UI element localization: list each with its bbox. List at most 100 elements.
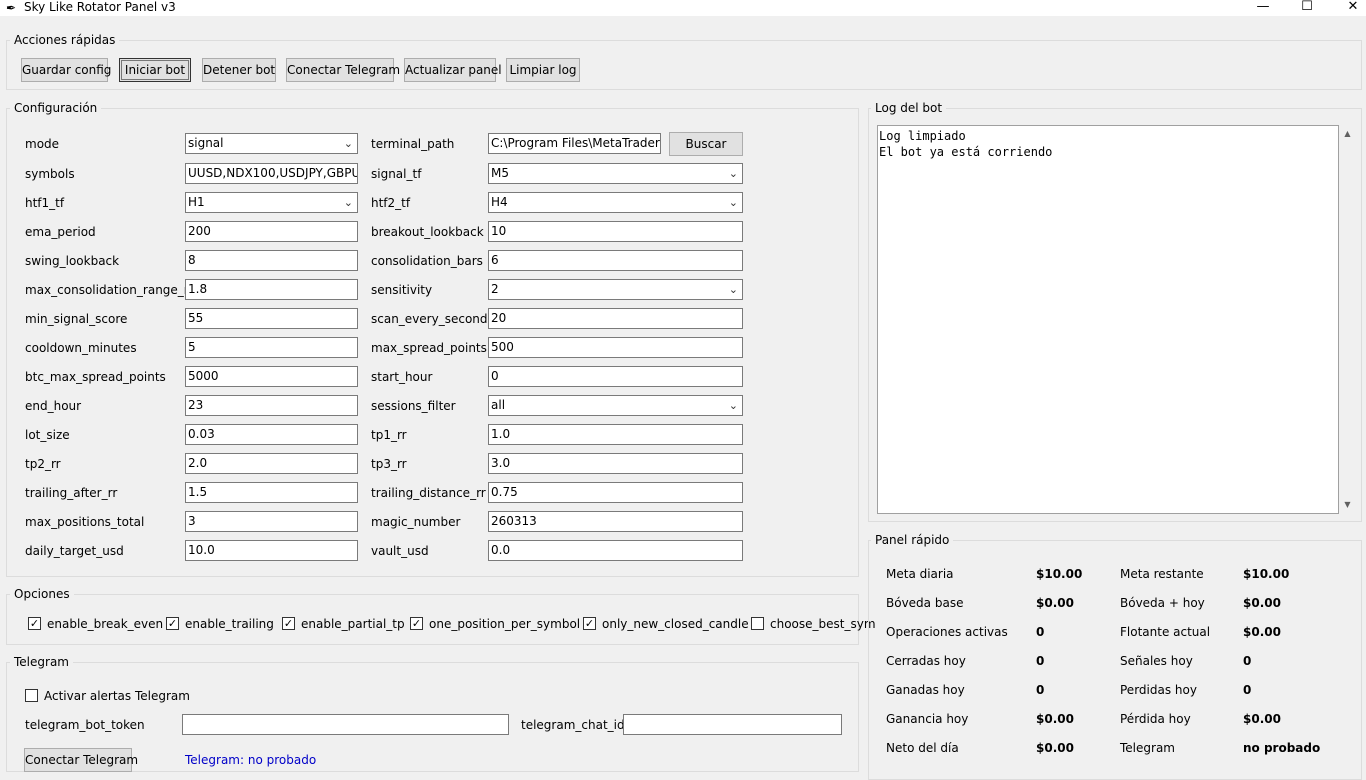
option-checkbox[interactable]: only_new_closed_candle	[583, 617, 749, 631]
checkbox-box[interactable]	[410, 617, 423, 630]
option-checkbox[interactable]: one_position_per_symbol	[410, 617, 580, 631]
config-label: end_hour	[25, 399, 82, 413]
config-select[interactable]: all ⌄	[488, 395, 743, 416]
config-value: 3	[188, 514, 196, 528]
config-input[interactable]: 5000	[185, 366, 358, 387]
chevron-down-icon[interactable]: ⌄	[344, 134, 353, 153]
config-select[interactable]: 2 ⌄	[488, 279, 743, 300]
connect-telegram-button[interactable]: Conectar Telegram	[286, 58, 400, 82]
telegram-connect-button[interactable]: Conectar Telegram	[24, 748, 138, 772]
config-input[interactable]: 5	[185, 337, 358, 358]
config-label: magic_number	[371, 515, 461, 529]
minimize-button[interactable]: —	[1240, 0, 1286, 16]
start-bot-button[interactable]: Iniciar bot	[119, 58, 191, 82]
maximize-button[interactable]: ☐	[1284, 0, 1330, 16]
option-checkbox[interactable]: choose_best_sym	[751, 617, 876, 631]
config-input[interactable]: 10.0	[185, 540, 358, 561]
quick-value: 0	[1243, 683, 1252, 697]
config-input[interactable]: 200	[185, 221, 358, 242]
config-select[interactable]: H1 ⌄	[185, 192, 358, 213]
checkbox-box[interactable]	[28, 617, 41, 630]
chevron-down-icon[interactable]: ⌄	[729, 396, 738, 415]
config-value: all	[491, 398, 506, 412]
config-label: start_hour	[371, 370, 433, 384]
config-input[interactable]: 1.5	[185, 482, 358, 503]
config-value: 6	[491, 253, 499, 267]
log-group-label: Log del bot	[871, 101, 947, 115]
config-label: tp1_rr	[371, 428, 407, 442]
config-input[interactable]: UUSD,NDX100,USDJPY,GBPUSD	[185, 163, 358, 184]
checkbox-box[interactable]	[166, 617, 179, 630]
checkbox-box[interactable]	[583, 617, 596, 630]
config-input[interactable]: 55	[185, 308, 358, 329]
quick-value: $0.00	[1036, 596, 1074, 610]
quick-label: Pérdida hoy	[1120, 712, 1191, 726]
config-input[interactable]: 3	[185, 511, 358, 532]
config-input[interactable]: 500	[488, 337, 743, 358]
clear-log-button[interactable]: Limpiar log	[506, 58, 580, 82]
config-value: 1.8	[188, 282, 208, 296]
telegram-enable-label: Activar alertas Telegram	[44, 689, 190, 703]
config-label: htf2_tf	[371, 196, 411, 210]
config-label: lot_size	[25, 428, 70, 442]
config-label: ema_period	[25, 225, 96, 239]
config-input[interactable]: 3.0	[488, 453, 743, 474]
stop-bot-button[interactable]: Detener bot	[202, 58, 276, 82]
config-input[interactable]: 23	[185, 395, 358, 416]
telegram-enable-box[interactable]	[25, 689, 38, 702]
quick-panel-label: Panel rápido	[871, 533, 954, 547]
config-select[interactable]: signal ⌄	[185, 133, 358, 154]
chevron-down-icon[interactable]: ⌄	[729, 280, 738, 299]
option-checkbox[interactable]: enable_break_even	[28, 617, 163, 631]
log-textarea[interactable]	[877, 125, 1339, 514]
telegram-group-label: Telegram	[10, 655, 73, 669]
config-value: 3.0	[491, 456, 511, 470]
quick-label: Bóveda base	[886, 596, 964, 610]
quick-label: Neto del día	[886, 741, 959, 755]
config-label: btc_max_spread_points	[25, 370, 166, 384]
telegram-token-input[interactable]	[182, 714, 509, 735]
quick-value: $0.00	[1036, 712, 1074, 726]
config-input[interactable]: 1.8	[185, 279, 358, 300]
options-group-label: Opciones	[10, 587, 74, 601]
config-select[interactable]: H4 ⌄	[488, 192, 743, 213]
checkbox-box[interactable]	[282, 617, 295, 630]
config-label: cooldown_minutes	[25, 341, 137, 355]
refresh-panel-button[interactable]: Actualizar panel	[404, 58, 502, 82]
log-scrollbar[interactable]: ▲ ▼	[1339, 125, 1356, 514]
config-input[interactable]: 20	[488, 308, 743, 329]
config-input[interactable]: 2.0	[185, 453, 358, 474]
option-checkbox[interactable]: enable_partial_tp	[282, 617, 405, 631]
config-input[interactable]: 8	[185, 250, 358, 271]
config-input[interactable]: 1.0	[488, 424, 743, 445]
telegram-chat-input[interactable]	[623, 714, 842, 735]
telegram-enable-checkbox[interactable]: Activar alertas Telegram	[25, 689, 190, 703]
config-input[interactable]: 0	[488, 366, 743, 387]
scroll-up-icon[interactable]: ▲	[1339, 127, 1356, 141]
quick-label: Bóveda + hoy	[1120, 596, 1205, 610]
config-label: consolidation_bars	[371, 254, 483, 268]
log-line: Log limpiado	[879, 129, 966, 143]
config-input[interactable]: 0.75	[488, 482, 743, 503]
scroll-down-icon[interactable]: ▼	[1339, 498, 1356, 512]
config-input[interactable]: C:\Program Files\MetaTrader 5\	[488, 133, 661, 154]
save-config-button[interactable]: Guardar config	[21, 58, 111, 82]
config-input[interactable]: 0.03	[185, 424, 358, 445]
config-label: max_positions_total	[25, 515, 145, 529]
config-input[interactable]: 0.0	[488, 540, 743, 561]
config-label: tp3_rr	[371, 457, 407, 471]
config-input[interactable]: 6	[488, 250, 743, 271]
config-input[interactable]: 260313	[488, 511, 743, 532]
checkbox-box[interactable]	[751, 617, 764, 630]
option-checkbox[interactable]: enable_trailing	[166, 617, 274, 631]
browse-button[interactable]: Buscar	[669, 132, 743, 156]
config-input[interactable]: 10	[488, 221, 743, 242]
chevron-down-icon[interactable]: ⌄	[729, 164, 738, 183]
config-select[interactable]: M5 ⌄	[488, 163, 743, 184]
config-group-label: Configuración	[10, 101, 102, 115]
option-label: enable_partial_tp	[301, 617, 405, 631]
chevron-down-icon[interactable]: ⌄	[344, 193, 353, 212]
chevron-down-icon[interactable]: ⌄	[729, 193, 738, 212]
option-label: enable_break_even	[47, 617, 164, 631]
close-button[interactable]: ✕	[1330, 0, 1366, 16]
